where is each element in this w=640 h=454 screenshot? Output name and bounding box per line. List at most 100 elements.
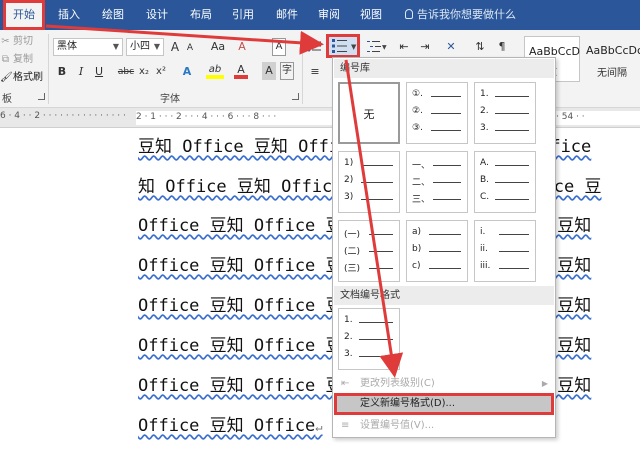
subscript-button[interactable]: x₂ — [137, 63, 151, 81]
tab-draw[interactable]: 绘图 — [96, 0, 130, 30]
tell-me-box[interactable]: 告诉我你想要做什么 — [405, 0, 516, 30]
italic-button[interactable]: I — [74, 63, 88, 81]
increase-indent-icon[interactable]: ⇥ — [416, 38, 434, 56]
menu-change-list-level[interactable]: ⇤ 更改列表级别(C) ▶ — [334, 373, 554, 395]
numbering-format-lower-roman[interactable]: i. ii. iii. — [474, 220, 536, 282]
shrink-font-button[interactable]: A — [184, 39, 196, 57]
numbering-format-chinese[interactable]: 一、 二、 三、 — [406, 151, 468, 213]
style-sample: AaBbCcDc — [586, 44, 640, 57]
show-formatting-icon[interactable]: ¶ — [494, 38, 510, 56]
menu-define-new-number-format[interactable]: 定义新编号格式(D)... — [334, 393, 554, 415]
format-line — [361, 165, 393, 166]
format-number: 1. — [344, 315, 353, 325]
ruler-left-margin: 6 · 4 · · 2 · · · · · · · · · · · · · · … — [0, 111, 126, 121]
cut-label: 剪切 — [13, 36, 33, 47]
sort-icon[interactable]: ⇅ — [472, 38, 488, 56]
decrease-indent-icon[interactable]: ⇤ — [395, 38, 413, 56]
format-number: 1) — [344, 158, 354, 168]
menu-set-numbering-value[interactable]: ≡ 设置编号值(V)... — [334, 415, 554, 437]
numbering-format-arabic-paren[interactable]: 1) 2) 3) — [338, 151, 400, 213]
format-painter-button[interactable]: 🖌格式刷 — [0, 69, 43, 87]
multilevel-list-icon: ▼ — [367, 41, 387, 52]
clipboard-launcher-icon[interactable] — [38, 93, 45, 100]
format-line — [369, 251, 393, 252]
align-left-icon[interactable]: ≡ — [306, 63, 324, 81]
font-launcher-icon[interactable] — [292, 93, 299, 100]
menu-item-label: 定义新编号格式(D)... — [360, 398, 456, 409]
bullets-button[interactable] — [306, 38, 322, 56]
tab-insert[interactable]: 插入 — [52, 0, 86, 30]
format-line — [495, 199, 529, 200]
format-line — [433, 182, 461, 183]
asian-layout-icon[interactable]: ✕ — [440, 38, 462, 56]
numbering-button[interactable]: ▼ — [326, 34, 360, 58]
tab-design[interactable]: 设计 — [140, 0, 174, 30]
format-line — [499, 251, 529, 252]
scissors-icon: ✂ — [1, 36, 10, 47]
format-number: a) — [412, 227, 422, 237]
menu-item-label: 更改列表级别(C) — [360, 378, 435, 389]
format-number: ①. — [412, 89, 423, 99]
bullets-icon — [307, 40, 321, 52]
lightbulb-icon — [405, 9, 413, 19]
tab-home[interactable]: 开始 — [3, 0, 45, 30]
numbering-format-none[interactable]: 无 — [338, 82, 400, 144]
format-line — [369, 234, 393, 235]
format-number: iii. — [480, 261, 491, 271]
clear-formatting-icon[interactable]: A — [234, 38, 250, 56]
tab-view[interactable]: 视图 — [354, 0, 388, 30]
strikethrough-button[interactable]: abc — [117, 63, 135, 81]
tab-mailings[interactable]: 邮件 — [270, 0, 304, 30]
format-number: 2. — [344, 332, 353, 342]
numbering-format-circled[interactable]: ①. ②. ③. — [406, 82, 468, 144]
format-line — [431, 113, 461, 114]
tab-layout[interactable]: 布局 — [184, 0, 218, 30]
style-name: 无间隔 — [597, 68, 627, 79]
cut-button[interactable]: ✂ 剪切 — [0, 33, 33, 51]
numbering-format-upper-alpha[interactable]: A. B. C. — [474, 151, 536, 213]
format-line — [429, 251, 461, 252]
numbering-dropdown: 编号库 无 ①. ②. ③. 1. 2. 3. 1) 2) 3) 一、 二、 三… — [332, 57, 556, 438]
underline-button[interactable]: U — [92, 63, 106, 81]
font-size-select[interactable]: 小四 ▼ — [126, 38, 164, 56]
format-line — [431, 96, 461, 97]
copy-button[interactable]: ⧉ 复制 — [0, 51, 33, 69]
numbering-format-lower-alpha[interactable]: a) b) c) — [406, 220, 468, 282]
numbering-icon: ▼ — [332, 39, 357, 53]
numbering-format-document[interactable]: 1. 2. 3. — [338, 308, 400, 370]
bold-button[interactable]: B — [55, 63, 69, 81]
change-case-button[interactable]: Aa — [207, 38, 229, 56]
font-color-button[interactable]: A — [234, 61, 248, 79]
svg-text:▼: ▼ — [351, 43, 357, 51]
format-line — [431, 130, 461, 131]
text-effects-button[interactable]: A — [180, 63, 194, 81]
font-name-select[interactable]: 黑体 ▼ — [53, 38, 123, 56]
highlight-button[interactable]: ab — [206, 61, 224, 79]
submenu-arrow-icon: ▶ — [541, 379, 548, 388]
style-no-spacing[interactable]: AaBbCcDc 无间隔 — [582, 36, 640, 82]
enclose-character-icon[interactable]: 字 — [280, 62, 294, 80]
ruler-ticks: 2 · 1 · · · 2 · · · 4 · · · 6 · · · 8 · … — [136, 112, 277, 122]
numbering-format-arabic-dot[interactable]: 1. 2. 3. — [474, 82, 536, 144]
grow-font-button[interactable]: A — [168, 38, 182, 56]
format-number: C. — [480, 192, 490, 202]
tab-references[interactable]: 引用 — [226, 0, 260, 30]
format-line — [499, 268, 529, 269]
phonetic-guide-icon[interactable]: A — [272, 38, 286, 56]
multilevel-list-button[interactable]: ▼ — [366, 38, 388, 56]
format-number: B. — [480, 175, 490, 185]
clipboard-group-label: 板 — [2, 94, 12, 105]
character-shading-button[interactable]: A — [262, 62, 276, 80]
format-line — [499, 234, 529, 235]
tab-review[interactable]: 审阅 — [312, 0, 346, 30]
font-name-value: 黑体 — [57, 41, 77, 52]
ribbon-tab-bar: 开始 插入 绘图 设计 布局 引用 邮件 审阅 视图 告诉我你想要做什么 — [0, 0, 640, 30]
format-number: 3) — [344, 192, 354, 202]
paintbrush-icon: 🖌 — [0, 72, 13, 83]
superscript-button[interactable]: x² — [154, 63, 168, 81]
font-size-value: 小四 — [130, 41, 150, 52]
format-line — [495, 130, 529, 131]
format-painter-label: 格式刷 — [13, 72, 43, 83]
format-number: ③. — [412, 123, 423, 133]
numbering-format-chinese-paren[interactable]: (一) (二) (三) — [338, 220, 400, 282]
